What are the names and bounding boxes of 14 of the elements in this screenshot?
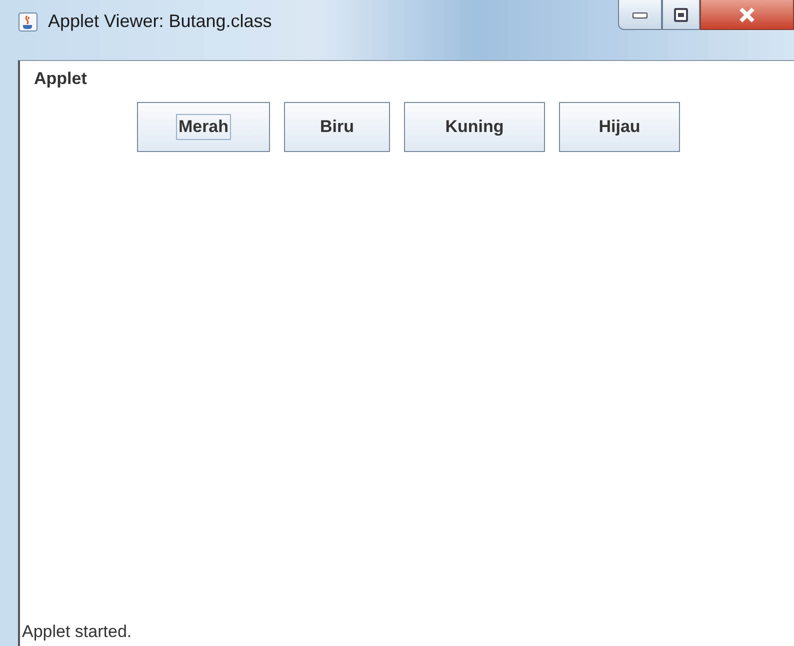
status-text: Applet started. (21, 622, 133, 643)
color-button[interactable]: Biru (284, 102, 390, 152)
maximize-icon (674, 8, 688, 22)
close-button[interactable] (700, 0, 794, 30)
minimize-icon (632, 10, 648, 18)
java-cup-icon (18, 12, 38, 32)
maximize-button[interactable] (662, 0, 700, 30)
color-button[interactable]: Hijau (559, 102, 680, 152)
minimize-button[interactable] (618, 0, 662, 30)
color-button[interactable]: Merah (137, 102, 270, 152)
close-icon (738, 6, 756, 22)
window-title: Applet Viewer: Butang.class (48, 11, 272, 32)
color-button[interactable]: Kuning (404, 102, 545, 152)
menu-item[interactable]: Applet (34, 69, 87, 87)
